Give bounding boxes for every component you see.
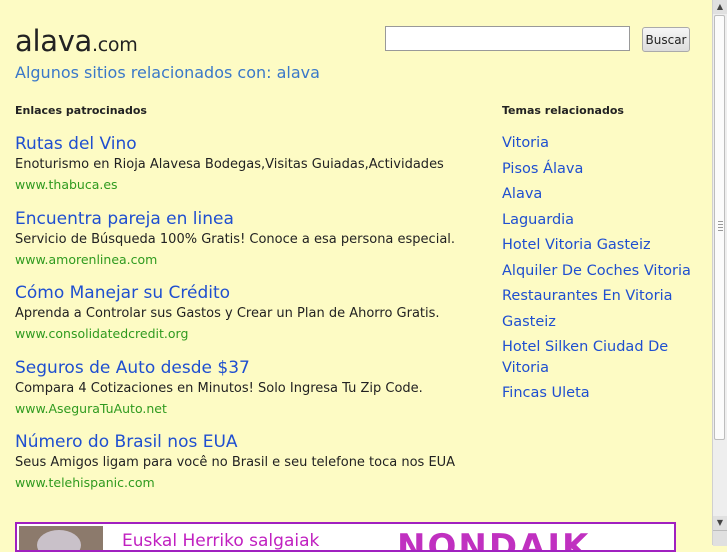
ad-title-link[interactable]: Seguros de Auto desde $37 xyxy=(15,358,485,378)
ad-title-link[interactable]: Encuentra pareja en linea xyxy=(15,209,485,229)
ad-description: Servicio de Búsqueda 100% Gratis! Conoce… xyxy=(15,232,456,247)
banner-brand-logo: NONDAIK xyxy=(397,527,591,552)
scrollbar-extension xyxy=(713,530,727,546)
related-topic-link[interactable]: Alava xyxy=(502,184,697,205)
scrollbar-thumb[interactable] xyxy=(714,15,725,440)
related-topic-link[interactable]: Laguardia xyxy=(502,210,697,231)
search-button[interactable]: Buscar xyxy=(642,27,690,52)
related-topic-link[interactable]: Hotel Silken Ciudad De Vitoria xyxy=(502,337,697,378)
scroll-down-arrow-icon[interactable]: ▼ xyxy=(713,516,727,530)
ad-url-link[interactable]: www.telehispanic.com xyxy=(15,474,485,491)
banner-title: Euskal Herriko salgaiak xyxy=(122,531,320,551)
vertical-scrollbar[interactable]: ▲ ▼ xyxy=(712,0,727,546)
related-topics-heading: Temas relacionados xyxy=(502,104,624,117)
sponsored-ad: Número do Brasil nos EUA Seus Amigos lig… xyxy=(15,432,485,491)
ad-description: Enoturismo en Rioja Alavesa Bodegas,Visi… xyxy=(15,157,444,172)
related-topic-link[interactable]: Restaurantes En Vitoria xyxy=(502,286,697,307)
ad-title-link[interactable]: Número do Brasil nos EUA xyxy=(15,432,485,452)
ad-banner[interactable]: Euskal Herriko salgaiak NONDAIK xyxy=(15,522,676,552)
related-topic-link[interactable]: Vitoria xyxy=(502,133,697,154)
logo-main: alava xyxy=(15,24,93,58)
logo-domain: .com xyxy=(92,34,138,56)
related-topics-list: Vitoria Pisos Álava Alava Laguardia Hote… xyxy=(502,133,697,409)
ad-description: Aprenda a Controlar sus Gastos y Crear u… xyxy=(15,306,440,321)
ad-title-link[interactable]: Rutas del Vino xyxy=(15,134,485,154)
ad-description: Seus Amigos ligam para você no Brasil e … xyxy=(15,455,456,470)
related-topic-link[interactable]: Gasteiz xyxy=(502,312,697,333)
ad-url-link[interactable]: www.AseguraTuAuto.net xyxy=(15,400,485,417)
site-logo[interactable]: alava.com xyxy=(15,24,138,58)
ad-title-link[interactable]: Cómo Manejar su Crédito xyxy=(15,283,485,303)
sponsored-links-heading: Enlaces patrocinados xyxy=(15,104,147,117)
ad-url-link[interactable]: www.consolidatedcredit.org xyxy=(15,325,485,342)
related-topic-link[interactable]: Hotel Vitoria Gasteiz xyxy=(502,235,697,256)
sponsored-ad: Cómo Manejar su Crédito Aprenda a Contro… xyxy=(15,283,485,342)
search-input[interactable] xyxy=(385,26,630,51)
ad-url-link[interactable]: www.thabuca.es xyxy=(15,176,485,193)
related-topic-link[interactable]: Alquiler De Coches Vitoria xyxy=(502,261,697,282)
page-subtitle: Algunos sitios relacionados con: alava xyxy=(15,63,320,82)
banner-image xyxy=(19,526,103,550)
ad-url-link[interactable]: www.amorenlinea.com xyxy=(15,251,485,268)
scroll-up-arrow-icon[interactable]: ▲ xyxy=(713,0,727,14)
sponsored-ad: Seguros de Auto desde $37 Compara 4 Coti… xyxy=(15,358,485,417)
related-topic-link[interactable]: Pisos Álava xyxy=(502,159,697,180)
sponsored-ad: Rutas del Vino Enoturismo en Rioja Alave… xyxy=(15,134,485,193)
ad-description: Compara 4 Cotizaciones en Minutos! Solo … xyxy=(15,381,423,396)
related-topic-link[interactable]: Fincas Uleta xyxy=(502,383,697,404)
sponsored-ad: Encuentra pareja en linea Servicio de Bú… xyxy=(15,209,485,268)
scrollbar-grip xyxy=(718,221,723,231)
